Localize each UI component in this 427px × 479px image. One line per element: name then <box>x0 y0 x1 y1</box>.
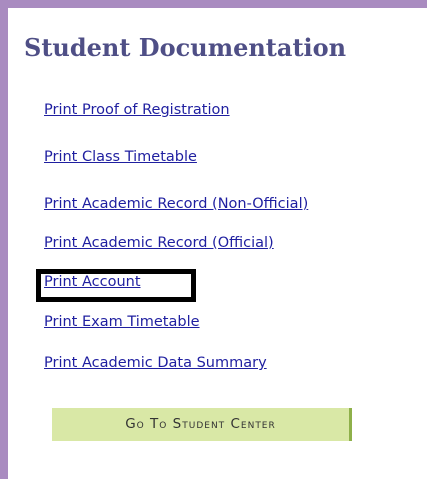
documentation-panel: Student Documentation Print Proof of Reg… <box>8 8 427 479</box>
link-print-exam-timetable[interactable]: Print Exam Timetable <box>44 314 200 330</box>
link-print-class-timetable[interactable]: Print Class Timetable <box>44 149 197 165</box>
go-to-student-center-button[interactable]: Go To Student Center <box>52 408 352 441</box>
link-print-academic-data-summary[interactable]: Print Academic Data Summary <box>44 355 267 371</box>
link-print-account[interactable]: Print Account <box>44 274 141 290</box>
link-print-academic-record-non-official[interactable]: Print Academic Record (Non-Official) <box>44 196 308 212</box>
page-title: Student Documentation <box>24 33 347 62</box>
link-print-academic-record-official[interactable]: Print Academic Record (Official) <box>44 235 274 251</box>
link-print-proof-of-registration[interactable]: Print Proof of Registration <box>44 102 230 118</box>
